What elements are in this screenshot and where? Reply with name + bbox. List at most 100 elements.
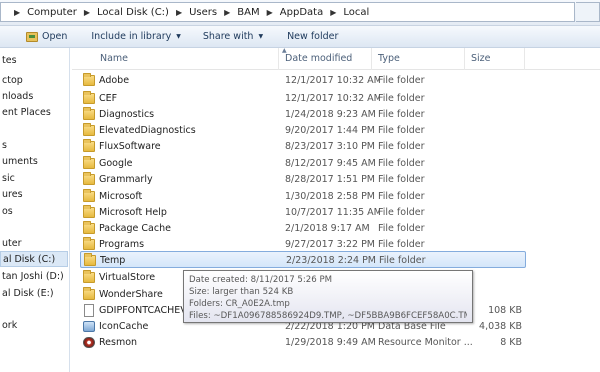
resource-monitor-icon xyxy=(83,337,95,348)
chevron-down-icon: ▼ xyxy=(176,33,181,40)
folder-icon xyxy=(84,253,96,266)
list-item[interactable]: Adobe 12/1/2017 10:32 AM File folder xyxy=(80,72,526,89)
column-date-modified[interactable]: Date modified xyxy=(279,48,372,70)
file-size: 108 KB xyxy=(488,305,522,316)
open-icon xyxy=(26,31,38,42)
file-size: 4,038 KB xyxy=(479,321,522,332)
chevron-right-icon[interactable]: ▶ xyxy=(267,8,273,17)
folder-icon xyxy=(83,237,95,250)
file-type: File folder xyxy=(378,191,425,202)
include-in-library-label: Include in library xyxy=(91,31,172,42)
file-icon xyxy=(84,304,94,317)
file-type: File folder xyxy=(379,255,426,266)
folder-icon xyxy=(83,139,95,152)
list-item[interactable]: Microsoft 1/30/2018 2:58 PM File folder xyxy=(80,188,526,205)
refresh-button[interactable] xyxy=(576,2,600,22)
file-date: 8/12/2017 9:45 AM xyxy=(285,158,376,169)
folder-icon xyxy=(83,91,95,104)
database-file-icon xyxy=(83,321,95,332)
file-name: Diagnostics xyxy=(99,109,155,120)
address-bar: ▶ Computer ▶ Local Disk (C:) ▶ Users ▶ B… xyxy=(0,0,600,26)
list-item-selected[interactable]: Temp 2/23/2018 2:24 PM File folder xyxy=(80,251,526,268)
file-date: 8/28/2017 1:51 PM xyxy=(285,174,376,185)
nav-item-downloads[interactable]: nloads xyxy=(0,89,68,105)
file-name: Resmon xyxy=(99,337,138,348)
column-type[interactable]: Type xyxy=(372,48,465,70)
folder-icon xyxy=(83,287,95,300)
breadcrumb-local-disk[interactable]: Local Disk (C:) xyxy=(97,7,169,18)
file-type: File folder xyxy=(378,125,425,136)
nav-item-local-disk-e[interactable]: al Disk (E:) xyxy=(0,286,68,302)
file-name: Adobe xyxy=(99,75,130,86)
open-label: Open xyxy=(42,31,68,42)
chevron-down-icon: ▼ xyxy=(258,33,264,40)
nav-item-music[interactable]: sic xyxy=(0,171,68,187)
file-type: File folder xyxy=(378,93,425,104)
list-item[interactable]: Grammarly 8/28/2017 1:51 PM File folder xyxy=(80,171,526,188)
tooltip-files: Files: ~DF1A096788586924D9.TMP, ~DF5BBA9… xyxy=(189,311,467,321)
breadcrumb-users[interactable]: Users xyxy=(189,7,217,18)
column-header-bar: ▲ Name Date modified Type Size xyxy=(72,47,600,70)
breadcrumb-bam[interactable]: BAM xyxy=(237,7,259,18)
file-name: Microsoft Help xyxy=(99,207,167,218)
nav-item-documents[interactable]: uments xyxy=(0,154,68,170)
chevron-right-icon[interactable]: ▶ xyxy=(224,8,230,17)
file-name: Microsoft xyxy=(99,191,143,202)
list-item[interactable]: CEF 12/1/2017 10:32 AM File folder xyxy=(80,90,526,107)
nav-item-videos[interactable]: os xyxy=(0,204,68,220)
list-item[interactable]: ElevatedDiagnostics 9/20/2017 1:44 PM Fi… xyxy=(80,122,526,139)
chevron-right-icon[interactable]: ▶ xyxy=(176,8,182,17)
file-name: Google xyxy=(99,158,133,169)
file-name: Grammarly xyxy=(99,174,153,185)
share-with-button[interactable]: Share with ▼ xyxy=(195,28,271,46)
list-item[interactable]: Microsoft Help 10/7/2017 11:35 AM File f… xyxy=(80,204,526,221)
list-item[interactable]: Diagnostics 1/24/2018 9:23 AM File folde… xyxy=(80,106,526,123)
file-name: Package Cache xyxy=(99,223,171,234)
nav-item-drive-d[interactable]: tan Joshi (D:) xyxy=(0,269,68,285)
list-item[interactable]: Package Cache 2/1/2018 9:17 AM File fold… xyxy=(80,220,526,237)
include-in-library-button[interactable]: Include in library ▼ xyxy=(83,28,188,46)
open-button[interactable]: Open xyxy=(18,28,75,46)
file-date: 1/29/2018 9:49 AM xyxy=(285,337,376,348)
file-name: ElevatedDiagnostics xyxy=(99,125,196,136)
breadcrumb[interactable]: ▶ Computer ▶ Local Disk (C:) ▶ Users ▶ B… xyxy=(0,2,575,22)
new-folder-button[interactable]: New folder xyxy=(279,28,346,46)
file-type: File folder xyxy=(378,141,425,152)
file-type: File folder xyxy=(378,223,425,234)
file-date: 1/24/2018 9:23 AM xyxy=(285,109,376,120)
list-item[interactable]: Google 8/12/2017 9:45 AM File folder xyxy=(80,155,526,172)
file-date: 1/30/2018 2:58 PM xyxy=(285,191,376,202)
nav-item-favorites[interactable]: tes xyxy=(0,53,68,69)
file-type: Resource Monitor ... xyxy=(378,337,473,348)
tooltip-folders: Folders: CR_A0E2A.tmp xyxy=(189,299,290,309)
file-date: 9/20/2017 1:44 PM xyxy=(285,125,376,136)
nav-item-recent-places[interactable]: ent Places xyxy=(0,105,68,121)
column-size[interactable]: Size xyxy=(465,48,525,70)
nav-item-local-disk-c[interactable]: al Disk (C:) xyxy=(0,251,68,267)
folder-icon xyxy=(83,205,95,218)
chevron-right-icon[interactable]: ▶ xyxy=(84,8,90,17)
folder-info-tooltip: Date created: 8/11/2017 5:26 PM Size: la… xyxy=(183,270,473,323)
list-item[interactable]: Resmon 1/29/2018 9:49 AM Resource Monito… xyxy=(80,334,526,351)
column-name[interactable]: Name xyxy=(94,48,279,70)
file-date: 2/23/2018 2:24 PM xyxy=(286,255,377,266)
folder-icon xyxy=(83,189,95,202)
folder-icon xyxy=(83,270,95,283)
nav-item-libraries[interactable]: s xyxy=(0,138,68,154)
file-type: File folder xyxy=(378,174,425,185)
chevron-right-icon[interactable]: ▶ xyxy=(14,8,20,17)
breadcrumb-computer[interactable]: Computer xyxy=(27,7,77,18)
chevron-right-icon[interactable]: ▶ xyxy=(330,8,336,17)
nav-item-desktop[interactable]: ctop xyxy=(0,73,68,89)
file-name: Temp xyxy=(100,255,126,266)
nav-item-network[interactable]: ork xyxy=(0,318,68,334)
breadcrumb-local[interactable]: Local xyxy=(343,7,369,18)
file-name: CEF xyxy=(99,93,118,104)
folder-icon xyxy=(83,221,95,234)
tooltip-date-created: Date created: 8/11/2017 5:26 PM xyxy=(189,275,333,285)
list-item[interactable]: FluxSoftware 8/23/2017 3:10 PM File fold… xyxy=(80,138,526,155)
nav-item-pictures[interactable]: ures xyxy=(0,187,68,203)
nav-item-computer[interactable]: uter xyxy=(0,236,68,252)
breadcrumb-appdata[interactable]: AppData xyxy=(280,7,323,18)
file-type: File folder xyxy=(378,109,425,120)
